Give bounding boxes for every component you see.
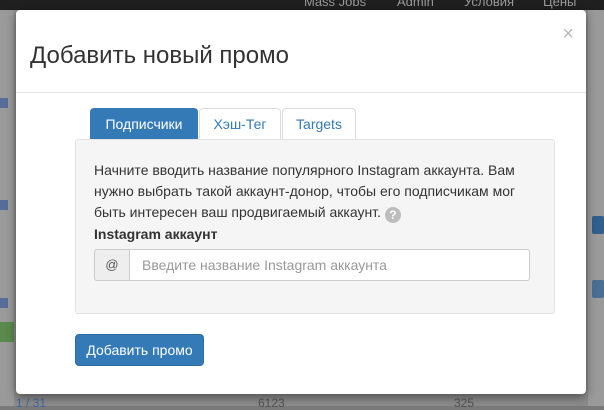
- tab-hashtag[interactable]: Хэш-Тег: [199, 108, 281, 139]
- nav-item-mass-jobs: Mass Jobs: [304, 0, 367, 9]
- instagram-account-input-group: @: [94, 249, 530, 281]
- tab-panel: Начните вводить название популярного Ins…: [75, 139, 555, 314]
- help-icon[interactable]: ?: [384, 207, 401, 223]
- instagram-account-input[interactable]: [129, 249, 530, 281]
- description-text: Начните вводить название популярного Ins…: [94, 160, 534, 223]
- modal-title: Добавить новый промо: [30, 42, 289, 69]
- at-sign-addon: @: [94, 249, 129, 281]
- close-icon[interactable]: ×: [562, 24, 574, 44]
- nav-item-admin: Admin: [397, 0, 434, 9]
- nav-item-prices: Цены: [543, 0, 577, 9]
- tab-subscribers[interactable]: Подписчики: [90, 108, 198, 139]
- description-body: Начните вводить название популярного Ins…: [94, 162, 516, 220]
- background-right-column: [588, 10, 604, 406]
- background-value: 6123: [258, 396, 285, 410]
- modal-header: Добавить новый промо ×: [16, 10, 586, 93]
- background-status-bar: [0, 322, 14, 342]
- facebook-icon: [0, 200, 8, 210]
- background-value: 325: [454, 396, 475, 410]
- instagram-account-label: Instagram аккаунт: [94, 226, 218, 242]
- background-pagination: 1 / 31: [16, 396, 47, 410]
- background-badge: [592, 280, 604, 298]
- tab-targets[interactable]: Targets: [282, 108, 356, 139]
- add-promo-modal: Добавить новый промо × Подписчики Хэш-Те…: [16, 10, 586, 394]
- facebook-icon: [0, 98, 8, 108]
- background-button: [592, 216, 604, 234]
- facebook-icon: [0, 298, 8, 308]
- add-promo-button[interactable]: Добавить промо: [75, 334, 204, 366]
- nav-item-conditions: Условия: [464, 0, 515, 9]
